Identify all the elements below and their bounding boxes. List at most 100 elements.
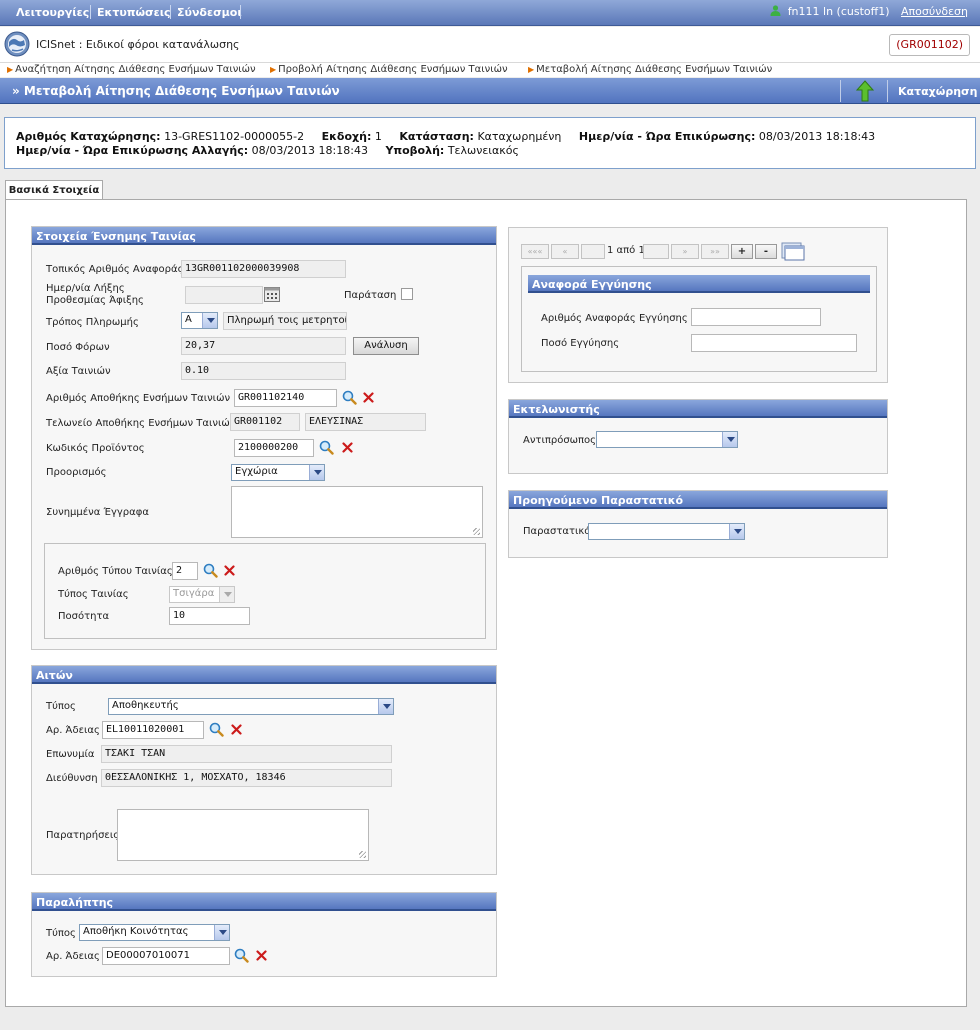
product-code-field[interactable]: 2100000200 <box>234 439 314 457</box>
info-line-1: Αριθμός Καταχώρησης: 13-GRES1102-0000055… <box>16 130 875 143</box>
search-icon[interactable] <box>203 563 218 578</box>
payment-code-select[interactable]: A <box>181 312 218 329</box>
applicant-name-field: ΤΣΑΚΙ ΤΣΑΝ <box>101 745 392 763</box>
receiver-license-field[interactable]: DE00007010071 <box>102 947 230 965</box>
confirm-label: Ημερ/νία - Ώρα Επικύρωσης: <box>578 130 756 143</box>
tax-label: Ποσό Φόρων <box>46 342 110 353</box>
clear-icon[interactable] <box>363 392 374 403</box>
pager-page-input[interactable] <box>581 244 605 259</box>
breadcrumb-item: ▶ Μεταβολή Αίτησης Διάθεσης Ενσήμων Ταινι… <box>528 64 773 75</box>
clear-icon[interactable] <box>224 565 235 576</box>
arrow-right-icon: ▶ <box>528 65 535 74</box>
stamp-details-header: Στοιχεία Ένσημης Ταινίας <box>32 227 496 245</box>
guarantee-ref-header: Αναφορά Εγγύησης <box>528 275 870 293</box>
user-name: fn111 ln (custoff1) <box>787 5 890 18</box>
office-code-badge: (GR001102) <box>889 34 970 56</box>
breadcrumb-item[interactable]: ▶ Προβολή Αίτησης Διάθεσης Ενσήμων Ταινιώ… <box>270 64 508 75</box>
menu-separator <box>240 5 241 19</box>
local-ref-label: Τοπικός Αριθμός Αναφοράς <box>46 264 184 275</box>
extension-checkbox[interactable] <box>401 288 413 300</box>
menu-functions[interactable]: Λειτουργίες <box>16 6 89 19</box>
destination-select[interactable]: Εγχώρια <box>231 464 325 481</box>
pager-next-button[interactable]: » <box>671 244 699 259</box>
clear-icon[interactable] <box>342 442 353 453</box>
submit-button[interactable]: Καταχώρηση <box>898 85 977 98</box>
applicant-license-field[interactable]: EL10011020001 <box>102 721 204 739</box>
clear-icon[interactable] <box>231 724 242 735</box>
guarantee-pager: ««« « 1 από 1 » »» + - <box>521 242 811 261</box>
customs-name-field: ΕΛΕΥΣΙΝΑΣ <box>305 413 426 431</box>
user-icon <box>770 5 781 16</box>
guarantee-ref-box: Αναφορά Εγγύησης Αριθμός Αναφοράς Εγγύησ… <box>521 266 877 372</box>
chevron-down-icon <box>214 925 229 940</box>
reg-no: 13-GRES1102-0000055-2 <box>164 130 305 143</box>
calendar-icon[interactable] <box>264 287 280 302</box>
stamp-details-panel: Στοιχεία Ένσημης Ταινίας Τοπικός Αριθμός… <box>31 226 497 650</box>
representative-select[interactable] <box>596 431 738 448</box>
toolbar-separator <box>887 80 888 102</box>
change-label: Ημερ/νία - Ώρα Επικύρωσης Αλλαγής: <box>16 144 249 157</box>
deadline-date-field[interactable] <box>185 286 263 304</box>
breadcrumb: ▶ Αναζήτηση Αίτησης Διάθεσης Ενσήμων Ταιν… <box>0 63 980 77</box>
search-icon[interactable] <box>319 440 334 455</box>
guarantee-ref-field[interactable] <box>691 308 821 326</box>
document-label: Παραστατικό <box>523 526 591 537</box>
version: 1 <box>374 130 382 143</box>
warehouse-field[interactable]: GR001102140 <box>234 389 337 407</box>
status-label: Κατάσταση: <box>399 130 474 143</box>
guarantee-ref-label: Αριθμός Αναφοράς Εγγύησης <box>541 313 688 324</box>
applicant-type-select[interactable]: Αποθηκευτής <box>108 698 394 715</box>
document-select[interactable] <box>588 523 745 540</box>
chevron-down-icon <box>309 465 324 480</box>
pager-remove-button[interactable]: - <box>755 244 777 259</box>
analysis-button[interactable]: Ανάλυση <box>353 337 419 355</box>
page-title: » Μεταβολή Αίτησης Διάθεσης Ενσήμων Ταιν… <box>12 84 340 98</box>
receiver-type-select[interactable]: Αποθήκη Κοινότητας <box>79 924 230 941</box>
search-icon[interactable] <box>209 722 224 737</box>
guarantee-amount-field[interactable] <box>691 334 857 352</box>
guarantee-amount-label: Ποσό Εγγύησης <box>541 338 620 349</box>
toolbar-separator <box>840 80 841 102</box>
customs-code-field: GR001102 <box>230 413 300 431</box>
attachments-textarea[interactable] <box>231 486 483 538</box>
stamp-type-label: Τύπος Ταινίας <box>58 589 129 600</box>
receiver-header: Παραλήπτης <box>32 893 496 911</box>
clear-icon[interactable] <box>256 950 267 961</box>
customs-label: Τελωνείο Αποθήκης Ενσήμων Ταινιών <box>46 418 236 429</box>
payment-desc-field: Πληρωμή τοις μετρητοίς <box>223 312 347 330</box>
pager-total-field <box>643 244 669 259</box>
representative-label: Αντιπρόσωπος <box>523 435 597 446</box>
pager-add-button[interactable]: + <box>731 244 753 259</box>
menu-prints[interactable]: Εκτυπώσεις <box>97 6 171 19</box>
previous-document-panel: Προηγούμενο Παραστατικό Παραστατικό <box>508 490 888 558</box>
menu-links[interactable]: Σύνδεσμοι <box>177 6 242 19</box>
search-icon[interactable] <box>342 390 357 405</box>
pager-first-button[interactable]: ««« <box>521 244 549 259</box>
logout-link[interactable]: Αποσύνδεση <box>901 5 968 18</box>
tab-basic-info[interactable]: Βασικά Στοιχεία <box>5 180 103 200</box>
breadcrumb-item[interactable]: ▶ Αναζήτηση Αίτησης Διάθεσης Ενσήμων Ταιν… <box>7 64 256 75</box>
stamp-type-select: Τσιγάρα <box>169 586 235 603</box>
window-view-icon[interactable] <box>781 242 805 261</box>
search-icon[interactable] <box>234 948 249 963</box>
up-arrow-icon[interactable] <box>855 80 875 102</box>
notes-label: Παρατηρήσεις <box>46 830 120 841</box>
product-label: Κωδικός Προϊόντος <box>46 443 145 454</box>
quantity-field[interactable]: 10 <box>169 607 250 625</box>
status: Καταχωρημένη <box>477 130 562 143</box>
local-ref-field: 13GR001102000039908 <box>181 260 346 278</box>
attachments-label: Συνημμένα Έγγραφα <box>46 507 149 518</box>
customs-agent-header: Εκτελωνιστής <box>509 400 887 418</box>
globe-logo-icon <box>4 31 30 57</box>
reg-no-label: Αριθμός Καταχώρησης: <box>16 130 161 143</box>
receiver-panel: Παραλήπτης Τύπος Αποθήκη Κοινότητας Αρ. … <box>31 892 497 977</box>
submission-label: Υποβολή: <box>385 144 445 157</box>
pager-prev-button[interactable]: « <box>551 244 579 259</box>
notes-textarea[interactable] <box>117 809 369 861</box>
info-panel: Αριθμός Καταχώρησης: 13-GRES1102-0000055… <box>4 117 976 169</box>
deadline-label: Ημερ/νία Λήξης <box>46 283 125 294</box>
pager-last-button[interactable]: »» <box>701 244 729 259</box>
applicant-name-label: Επωνυμία <box>46 749 95 760</box>
quantity-label: Ποσότητα <box>58 611 110 622</box>
type-no-field[interactable]: 2 <box>172 562 198 580</box>
